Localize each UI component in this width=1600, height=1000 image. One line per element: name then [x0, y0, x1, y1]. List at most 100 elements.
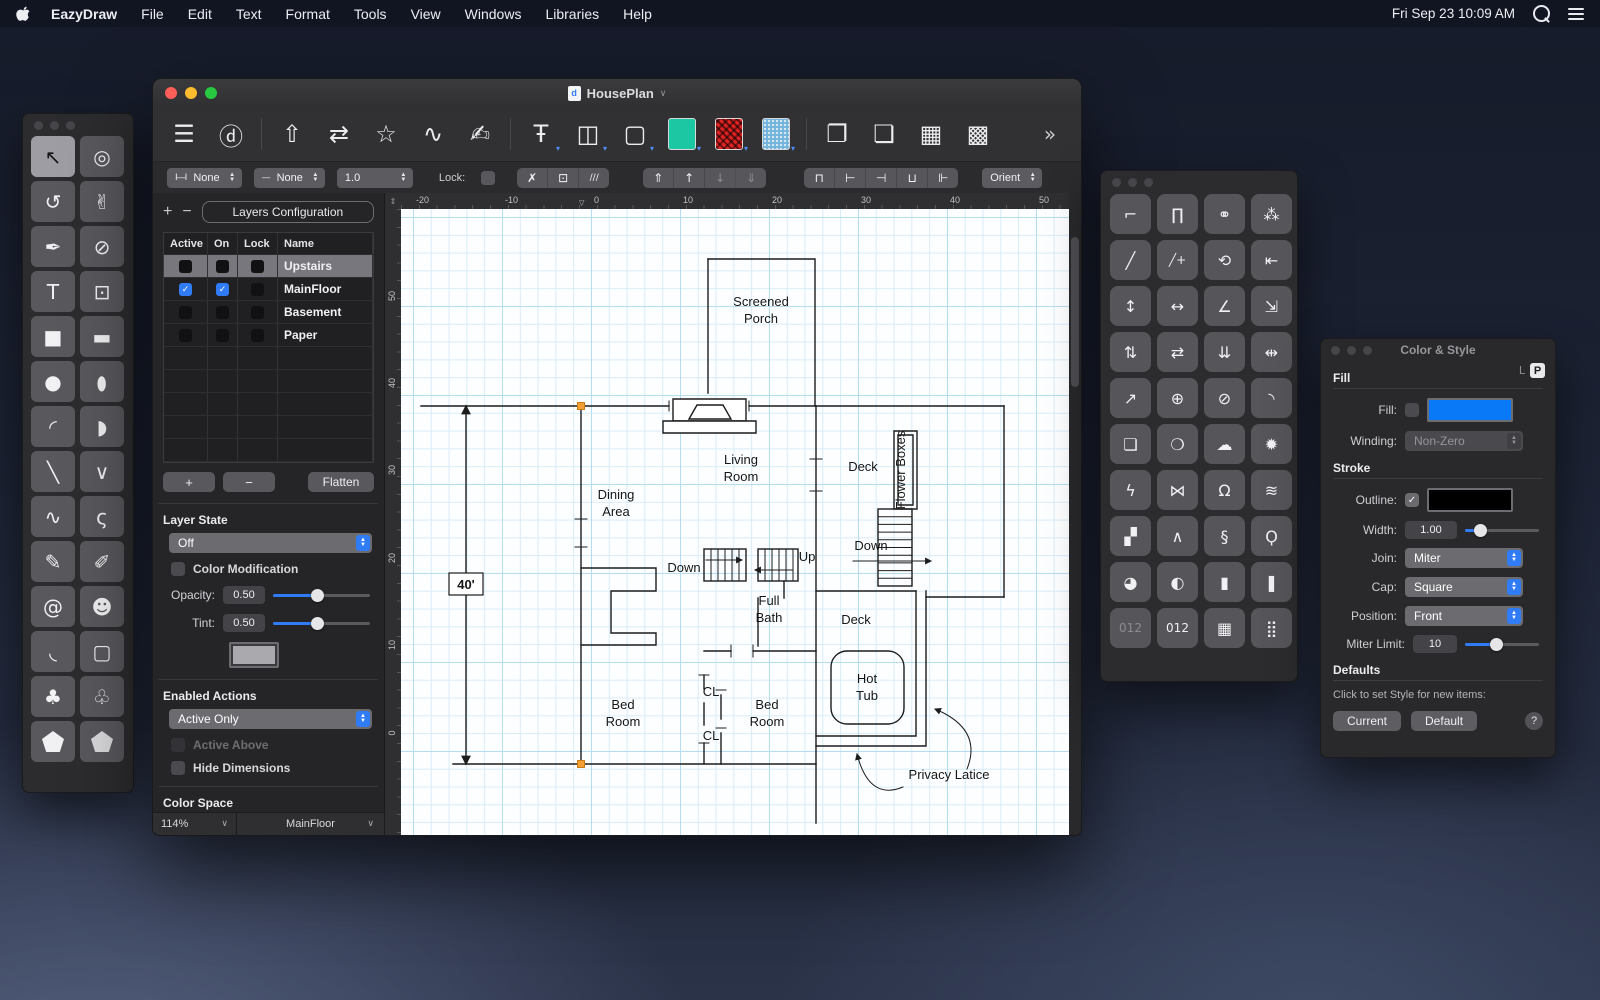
palette-window-dots[interactable]	[23, 114, 133, 132]
color-modification-checkbox[interactable]	[171, 562, 185, 576]
frame-tool-button[interactable]: ⊡	[548, 168, 579, 188]
window-title[interactable]: HousePlan	[587, 86, 654, 101]
halftone-pattern-tool[interactable]: ⣿	[1251, 608, 1292, 648]
menu-view[interactable]: View	[411, 6, 441, 22]
search-icon[interactable]	[1533, 5, 1550, 22]
minimize-button[interactable]	[185, 87, 197, 99]
miter-limit-slider[interactable]	[1465, 643, 1539, 646]
menu-format[interactable]: Format	[286, 6, 330, 22]
orient-top-button[interactable]: ⊓	[804, 168, 835, 188]
remove-layer-small-button[interactable]: −	[182, 203, 191, 221]
pan-hand-tool[interactable]: ✌	[80, 181, 124, 222]
orient-left-button[interactable]: ⊢	[835, 168, 866, 188]
plan-label[interactable]: Tub	[856, 688, 878, 703]
mesh-pattern-icon[interactable]: ▩	[961, 114, 995, 154]
vertical-scrollbar[interactable]	[1069, 209, 1081, 835]
lock-checkbox[interactable]	[481, 171, 495, 185]
dash-style-icon[interactable]: ◫▾	[571, 114, 605, 154]
cap-select[interactable]: Square ▲▼	[1405, 577, 1523, 597]
round-blob-tool[interactable]: ▮	[1204, 562, 1245, 602]
rect-callout-tool[interactable]: ❏	[1110, 424, 1151, 464]
diameter-dimension-tool[interactable]: ⊘	[1204, 378, 1245, 418]
group-select-tool[interactable]: ⊡	[80, 271, 124, 312]
line-mode-icon[interactable]: L	[1519, 364, 1525, 377]
layer-lock-checkbox[interactable]	[251, 306, 264, 319]
knife-tool[interactable]: ✒	[31, 226, 75, 267]
blob-rotate-tool[interactable]: ♣	[31, 676, 75, 717]
texture-fill-swatch[interactable]: ▾	[759, 114, 793, 154]
plan-label[interactable]: Down	[854, 538, 887, 553]
floor-plan-drawing[interactable]: 40'ScreenedPorchLivingRoomDiningAreaDeck…	[401, 209, 1069, 835]
rotate-dimension-tool[interactable]: ⟲	[1204, 240, 1245, 280]
brush-tool[interactable]: ✐	[80, 541, 124, 582]
layer-lock-checkbox[interactable]	[251, 260, 264, 273]
orient-edge-button[interactable]: ⊩	[928, 168, 958, 188]
pentagon-tool[interactable]	[80, 721, 124, 762]
fill-color-well[interactable]	[1427, 398, 1513, 422]
close-button[interactable]	[165, 87, 177, 99]
ellipse-tool[interactable]: ●	[80, 361, 124, 402]
line-tool[interactable]: ╲	[31, 451, 75, 492]
add-layer-small-button[interactable]: +	[163, 203, 172, 221]
dimension-line-tool[interactable]: ╱	[1110, 240, 1151, 280]
tint-value[interactable]: 0.50	[223, 614, 265, 632]
drawing-canvas[interactable]: 40'ScreenedPorchLivingRoomDiningAreaDeck…	[401, 209, 1069, 835]
tag-rotate-tool[interactable]: ♧	[80, 676, 124, 717]
layer-active-checkbox[interactable]	[179, 260, 192, 273]
bump-line-tool[interactable]: Ω	[1204, 470, 1245, 510]
plan-label[interactable]: Dining	[598, 487, 635, 502]
deselect-tool[interactable]: ⊘	[80, 226, 124, 267]
bring-forward-button[interactable]: ↑	[674, 168, 705, 188]
capsule-tool[interactable]: ❚	[1251, 562, 1292, 602]
stair-line-tool[interactable]: ▞	[1110, 516, 1151, 556]
notification-list-icon[interactable]	[1568, 8, 1584, 20]
pie-tool[interactable]: ◗	[80, 406, 124, 447]
grid-pattern-icon[interactable]: ▦	[914, 114, 948, 154]
plan-label[interactable]: Room	[750, 714, 785, 729]
plan-label[interactable]: Bed	[755, 697, 778, 712]
line-weight-select[interactable]: 1.0 ▲▼	[337, 168, 413, 188]
rotate-tool[interactable]: ↺	[31, 181, 75, 222]
layer-state-select[interactable]: Off ▲▼	[169, 533, 372, 553]
shadow-style-icon[interactable]: ❏	[867, 114, 901, 154]
plan-label[interactable]: Room	[606, 714, 641, 729]
toolbar-overflow-button[interactable]: »	[1033, 114, 1067, 154]
plan-label[interactable]: CL	[703, 684, 720, 699]
layers-configuration-title[interactable]: Layers Configuration	[202, 201, 374, 223]
loop-line-tool[interactable]: Ϙ	[1251, 516, 1292, 556]
rectangle-tool[interactable]: ■	[31, 316, 75, 357]
hatch-tool-button[interactable]: ∕∕∕	[579, 168, 609, 188]
layer-on-checkbox[interactable]	[216, 306, 229, 319]
menu-libraries[interactable]: Libraries	[545, 6, 599, 22]
half-disc-tool[interactable]: ◐	[1157, 562, 1198, 602]
layer-active-checkbox[interactable]: ✓	[179, 283, 192, 296]
corner-dimension-tool[interactable]: ⇲	[1251, 286, 1292, 326]
select-cursor-tool[interactable]: ↖	[31, 136, 75, 177]
plan-label[interactable]: CL	[703, 728, 720, 743]
plan-label[interactable]: Up	[799, 549, 816, 564]
notch-disc-tool[interactable]: ◕	[1110, 562, 1151, 602]
apple-menu[interactable]	[16, 5, 31, 22]
menu-text[interactable]: Text	[236, 6, 262, 22]
vertical-dimension-tool[interactable]: ↕	[1110, 286, 1151, 326]
dash-style-select[interactable]: — None ▲▼	[254, 168, 325, 188]
plan-label[interactable]: Bed	[611, 697, 634, 712]
selection-handle[interactable]	[578, 761, 585, 768]
app-menu-title[interactable]: EazyDraw	[51, 6, 117, 22]
plan-label[interactable]: Living	[724, 452, 758, 467]
plan-label[interactable]: Room	[724, 469, 759, 484]
layer-lock-checkbox[interactable]	[251, 329, 264, 342]
plan-label[interactable]: Deck	[848, 459, 878, 474]
active-layer-select[interactable]: MainFloor ∨	[237, 813, 385, 835]
vertical-center-dimension-tool[interactable]: ⇅	[1110, 332, 1151, 372]
color-style-title-bar[interactable]: Color & Style	[1321, 339, 1555, 361]
hatch-fill-swatch[interactable]: ▾	[712, 114, 746, 154]
stroke-color-well[interactable]	[1427, 488, 1513, 512]
pentagon-solid-tool[interactable]	[31, 721, 75, 762]
layer-row-paper[interactable]: Paper	[164, 324, 373, 347]
width-value[interactable]: 1.00	[1405, 521, 1457, 539]
title-bar[interactable]: d HousePlan ∨	[153, 79, 1081, 107]
zigzag-line-tool[interactable]: ϟ	[1110, 470, 1151, 510]
current-button[interactable]: Current	[1333, 711, 1401, 731]
round-callout-tool[interactable]: ❍	[1157, 424, 1198, 464]
